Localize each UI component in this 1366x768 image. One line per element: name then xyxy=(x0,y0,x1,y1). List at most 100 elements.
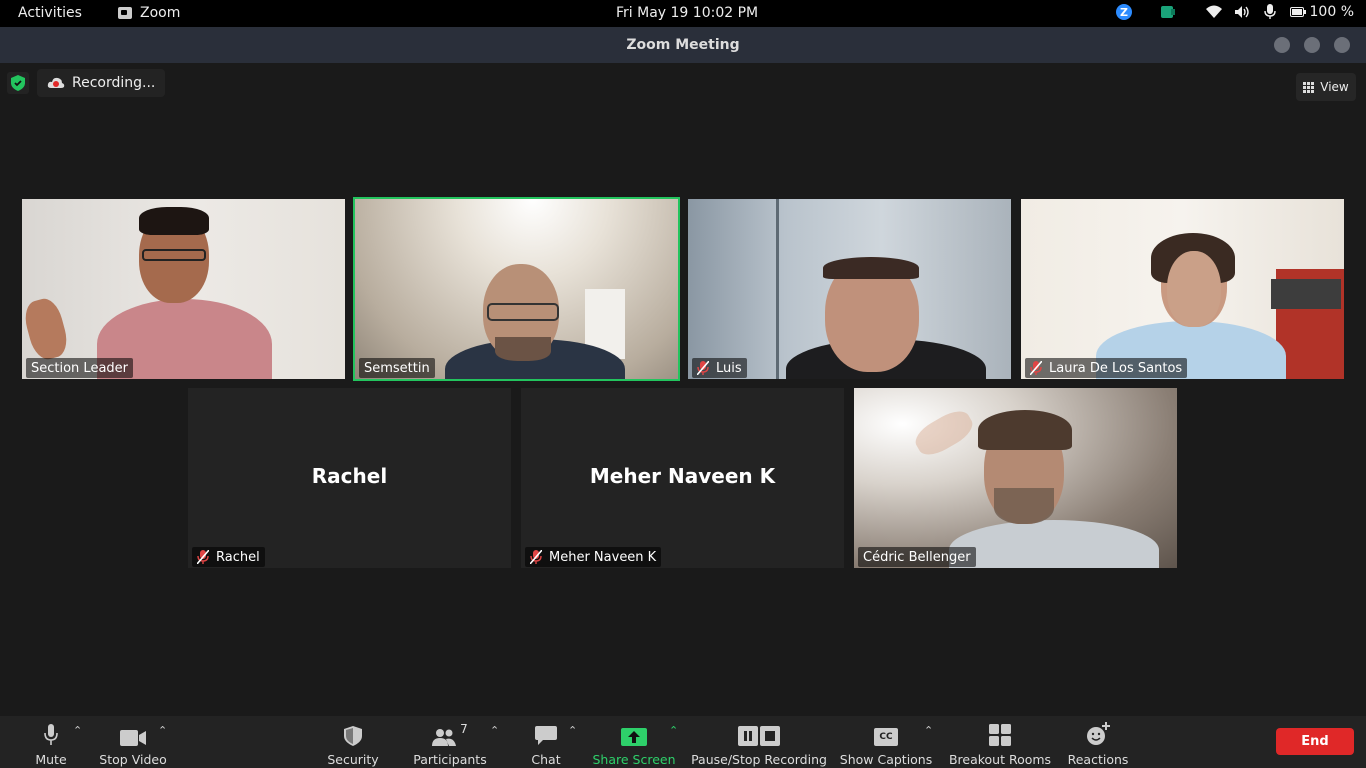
participant-video xyxy=(22,199,345,379)
participant-name: Section Leader xyxy=(31,360,129,376)
reactions-button[interactable]: Reactions xyxy=(1067,722,1129,767)
chat-label: Chat xyxy=(531,752,561,767)
chat-options-caret[interactable]: ⌃ xyxy=(568,724,577,737)
view-label: View xyxy=(1320,80,1349,94)
shield-icon xyxy=(344,726,362,746)
clock[interactable]: Fri May 19 10:02 PM xyxy=(616,5,758,21)
meeting-toolbar: Mute ⌃ Stop Video ⌃ Security 7 Participa… xyxy=(0,716,1366,768)
participant-display-name: Meher Naveen K xyxy=(589,464,776,488)
grid-icon xyxy=(1303,81,1315,93)
participants-label: Participants xyxy=(413,752,487,767)
close-button[interactable] xyxy=(1334,37,1350,53)
app-menu[interactable]: Zoom xyxy=(118,5,180,21)
participant-nametag: Cédric Bellenger xyxy=(858,547,976,567)
participant-display-name: Rachel xyxy=(311,464,388,488)
participants-count: 7 xyxy=(460,722,468,736)
pause-stop-recording-button[interactable]: Pause/Stop Recording xyxy=(691,722,827,767)
participants-button[interactable]: 7 Participants xyxy=(413,722,487,767)
stop-video-label: Stop Video xyxy=(99,752,167,767)
captions-options-caret[interactable]: ⌃ xyxy=(924,724,933,737)
participant-video xyxy=(1021,199,1344,379)
system-tray[interactable]: Z 100 % xyxy=(1115,4,1354,20)
participant-nametag: Section Leader xyxy=(26,358,134,378)
microphone-icon xyxy=(44,724,58,745)
pause-icon xyxy=(738,726,758,746)
minimize-button[interactable] xyxy=(1274,37,1290,53)
end-meeting-button[interactable]: End xyxy=(1276,728,1354,755)
audio-options-caret[interactable]: ⌃ xyxy=(73,724,82,737)
video-tile-meher-naveen-k[interactable]: Meher Naveen K Meher Naveen K xyxy=(521,388,844,568)
mute-label: Mute xyxy=(35,752,67,767)
microphone-icon xyxy=(1262,4,1278,20)
participant-name: Laura De Los Santos xyxy=(1049,360,1183,376)
video-tile-cedric-bellenger[interactable]: Cédric Bellenger xyxy=(854,388,1177,568)
chat-button[interactable]: Chat xyxy=(530,722,562,767)
maximize-button[interactable] xyxy=(1304,37,1320,53)
video-tile-semsettin[interactable]: Semsettin xyxy=(353,197,680,381)
recording-label: Recording... xyxy=(72,75,156,91)
participant-name: Semsettin xyxy=(364,360,430,376)
participant-name: Rachel xyxy=(216,549,260,565)
activities-button[interactable]: Activities xyxy=(18,5,82,21)
participant-nametag: Luis xyxy=(692,358,747,378)
participant-name: Cédric Bellenger xyxy=(863,549,971,565)
zoom-app-icon xyxy=(118,7,132,19)
muted-mic-icon xyxy=(530,550,544,564)
muted-mic-icon xyxy=(1030,361,1044,375)
cloud-recording-icon xyxy=(47,77,65,88)
video-tile-rachel[interactable]: Rachel Rachel xyxy=(188,388,511,568)
participant-name: Luis xyxy=(716,360,742,376)
mute-button[interactable]: Mute xyxy=(35,722,67,767)
recording-indicator[interactable]: Recording... xyxy=(37,69,165,97)
video-options-caret[interactable]: ⌃ xyxy=(158,724,167,737)
video-tile-luis[interactable]: Luis xyxy=(688,199,1011,379)
window-titlebar[interactable]: Zoom Meeting xyxy=(0,27,1366,63)
participant-video xyxy=(355,199,678,379)
video-tile-laura-de-los-santos[interactable]: Laura De Los Santos xyxy=(1021,199,1344,379)
reactions-label: Reactions xyxy=(1067,752,1129,767)
show-captions-label: Show Captions xyxy=(839,752,933,767)
share-screen-label: Share Screen xyxy=(592,752,676,767)
share-screen-icon xyxy=(621,728,647,746)
stop-video-button[interactable]: Stop Video xyxy=(99,722,167,767)
participant-video xyxy=(854,388,1177,568)
breakout-rooms-button[interactable]: Breakout Rooms xyxy=(948,722,1052,767)
system-top-bar: Activities Zoom Fri May 19 10:02 PM Z 10… xyxy=(0,0,1366,27)
zoom-tray-icon[interactable]: Z xyxy=(1115,4,1132,20)
smiley-icon xyxy=(1087,722,1110,745)
participant-nametag: Semsettin xyxy=(359,358,435,378)
meeting-area: Recording... View Section Leader Semsett… xyxy=(0,63,1366,716)
participant-nametag: Rachel xyxy=(192,547,265,567)
captions-badge: CC xyxy=(879,732,893,742)
share-screen-button[interactable]: Share Screen xyxy=(592,722,676,767)
security-button[interactable]: Security xyxy=(327,722,379,767)
wifi-icon xyxy=(1205,4,1222,20)
video-tile-section-leader[interactable]: Section Leader xyxy=(22,199,345,379)
battery-icon xyxy=(1289,4,1306,20)
security-label: Security xyxy=(327,752,379,767)
battery-percent: 100 % xyxy=(1309,4,1354,20)
volume-icon xyxy=(1234,4,1250,20)
share-options-caret[interactable]: ⌃ xyxy=(669,724,678,737)
window-title: Zoom Meeting xyxy=(626,37,740,53)
encryption-shield-icon[interactable] xyxy=(7,72,29,94)
svg-text:Z: Z xyxy=(1120,6,1128,19)
breakout-rooms-icon xyxy=(989,724,1011,746)
chat-bubble-icon xyxy=(535,726,557,745)
show-captions-button[interactable]: CC Show Captions xyxy=(839,722,933,767)
pause-stop-recording-label: Pause/Stop Recording xyxy=(691,752,827,767)
app-menu-label: Zoom xyxy=(140,5,181,21)
closed-captions-icon: CC xyxy=(874,728,898,746)
participants-options-caret[interactable]: ⌃ xyxy=(490,724,499,737)
stop-icon xyxy=(760,726,780,746)
participant-nametag: Meher Naveen K xyxy=(525,547,662,567)
app-tray-icon[interactable] xyxy=(1160,4,1176,20)
video-camera-icon xyxy=(120,730,146,746)
participant-nametag: Laura De Los Santos xyxy=(1025,358,1188,378)
participants-icon xyxy=(432,729,457,746)
view-button[interactable]: View xyxy=(1296,73,1356,101)
breakout-rooms-label: Breakout Rooms xyxy=(948,752,1052,767)
muted-mic-icon xyxy=(697,361,711,375)
muted-mic-icon xyxy=(197,550,211,564)
participant-video xyxy=(688,199,1011,379)
